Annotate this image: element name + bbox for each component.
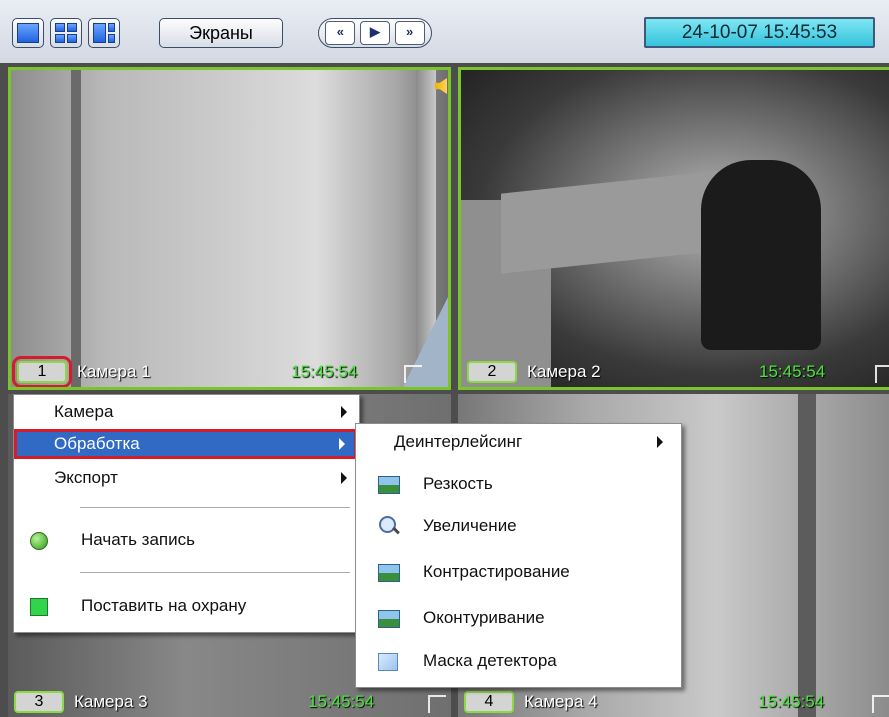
submenu-arrow-icon (339, 438, 345, 450)
camera-number-badge[interactable]: 4 (464, 691, 514, 713)
camera-number-badge[interactable]: 1 (12, 356, 72, 387)
menu-separator (80, 572, 350, 573)
camera-time: 15:45:54 (759, 362, 826, 381)
menu-item-label: Экспорт (54, 468, 118, 487)
picture-icon (378, 610, 400, 628)
camera-number-badge[interactable]: 3 (14, 691, 64, 713)
magnifier-icon (379, 516, 396, 533)
camera-footer: 3 Камера 3 15:45:54 (8, 687, 451, 717)
camera-footer: 1 Камера 1 15:45:54 (11, 356, 448, 387)
green-square-icon (30, 598, 48, 616)
datetime-display: 24-10-07 15:45:53 (644, 17, 875, 48)
resize-corner-icon[interactable] (428, 695, 446, 713)
menu-item-start-recording[interactable]: Начать запись (14, 525, 359, 555)
submenu-arrow-icon (341, 472, 347, 484)
layout-custom-button[interactable] (88, 18, 120, 48)
menu-item-detector-mask[interactable]: Маска детектора (356, 646, 681, 676)
menu-item-label: Контрастирование (423, 562, 570, 581)
single-view-icon (17, 23, 39, 43)
green-dot-icon (30, 532, 48, 550)
menu-item-label: Резкость (423, 474, 493, 493)
video-scene-pillar (798, 394, 816, 717)
menu-item-label: Поставить на охрану (81, 596, 247, 615)
picture-icon (378, 564, 400, 582)
submenu-arrow-icon (341, 406, 347, 418)
camera-time: 15:45:54 (758, 692, 825, 711)
menu-item-contouring[interactable]: Оконтуривание (356, 603, 681, 633)
layout-2x2-button[interactable] (50, 18, 82, 48)
submenu-arrow-icon (657, 436, 663, 448)
menu-item-arm[interactable]: Поставить на охрану (14, 591, 359, 621)
resize-corner-icon[interactable] (875, 365, 889, 383)
menu-item-label: Увеличение (423, 516, 517, 535)
quad-view-icon (55, 23, 77, 43)
camera-name: Камера 3 (74, 692, 148, 711)
menu-item-sharpness[interactable]: Резкость (356, 469, 681, 499)
menu-item-processing[interactable]: Обработка (14, 429, 357, 459)
video-scene-person (701, 160, 821, 350)
mixed-view-icon (93, 23, 115, 43)
video-scene (71, 70, 81, 387)
camera-context-menu: Камера Обработка Экспорт Начать запись П… (13, 394, 360, 633)
menu-item-label: Деинтерлейсинг (394, 432, 523, 451)
playback-controls: « ▶ » (318, 18, 432, 48)
menu-item-zoom[interactable]: Увеличение (356, 511, 681, 541)
menu-item-contrast[interactable]: Контрастирование (356, 557, 681, 587)
camera-name: Камера 1 (77, 362, 151, 381)
top-toolbar: Экраны « ▶ » 24-10-07 15:45:53 (0, 0, 889, 63)
picture-icon (378, 476, 400, 494)
menu-item-label: Маска детектора (423, 651, 557, 670)
mask-icon (378, 653, 398, 671)
menu-item-label: Камера (54, 402, 114, 421)
camera-name: Камера 4 (524, 692, 598, 711)
camera-footer: 4 Камера 4 15:45:54 (458, 687, 889, 717)
processing-submenu: Деинтерлейсинг Резкость Увеличение Контр… (355, 423, 682, 688)
menu-item-deinterlacing[interactable]: Деинтерлейсинг (356, 427, 681, 457)
speaker-icon[interactable] (435, 78, 447, 94)
resize-corner-icon[interactable] (404, 365, 422, 383)
camera-time: 15:45:54 (308, 692, 375, 711)
camera-name: Камера 2 (527, 362, 601, 381)
next-button[interactable]: » (394, 21, 425, 45)
resize-corner-icon[interactable] (872, 695, 889, 713)
menu-item-export[interactable]: Экспорт (14, 463, 359, 493)
camera-number-badge[interactable]: 2 (467, 361, 517, 383)
play-button[interactable]: ▶ (359, 21, 390, 45)
previous-button[interactable]: « (325, 21, 356, 45)
camera-view-2[interactable]: 2 Камера 2 15:45:54 (458, 67, 889, 390)
screens-button[interactable]: Экраны (159, 18, 283, 48)
menu-item-label: Обработка (54, 434, 140, 453)
menu-item-label: Оконтуривание (423, 608, 545, 627)
camera-view-1[interactable]: 1 Камера 1 15:45:54 (8, 67, 451, 390)
camera-time: 15:45:54 (291, 362, 358, 381)
camera-footer: 2 Камера 2 15:45:54 (461, 357, 889, 387)
menu-item-camera[interactable]: Камера (14, 397, 359, 427)
menu-separator (80, 507, 350, 508)
menu-item-label: Начать запись (81, 530, 195, 549)
layout-1x1-button[interactable] (12, 18, 44, 48)
